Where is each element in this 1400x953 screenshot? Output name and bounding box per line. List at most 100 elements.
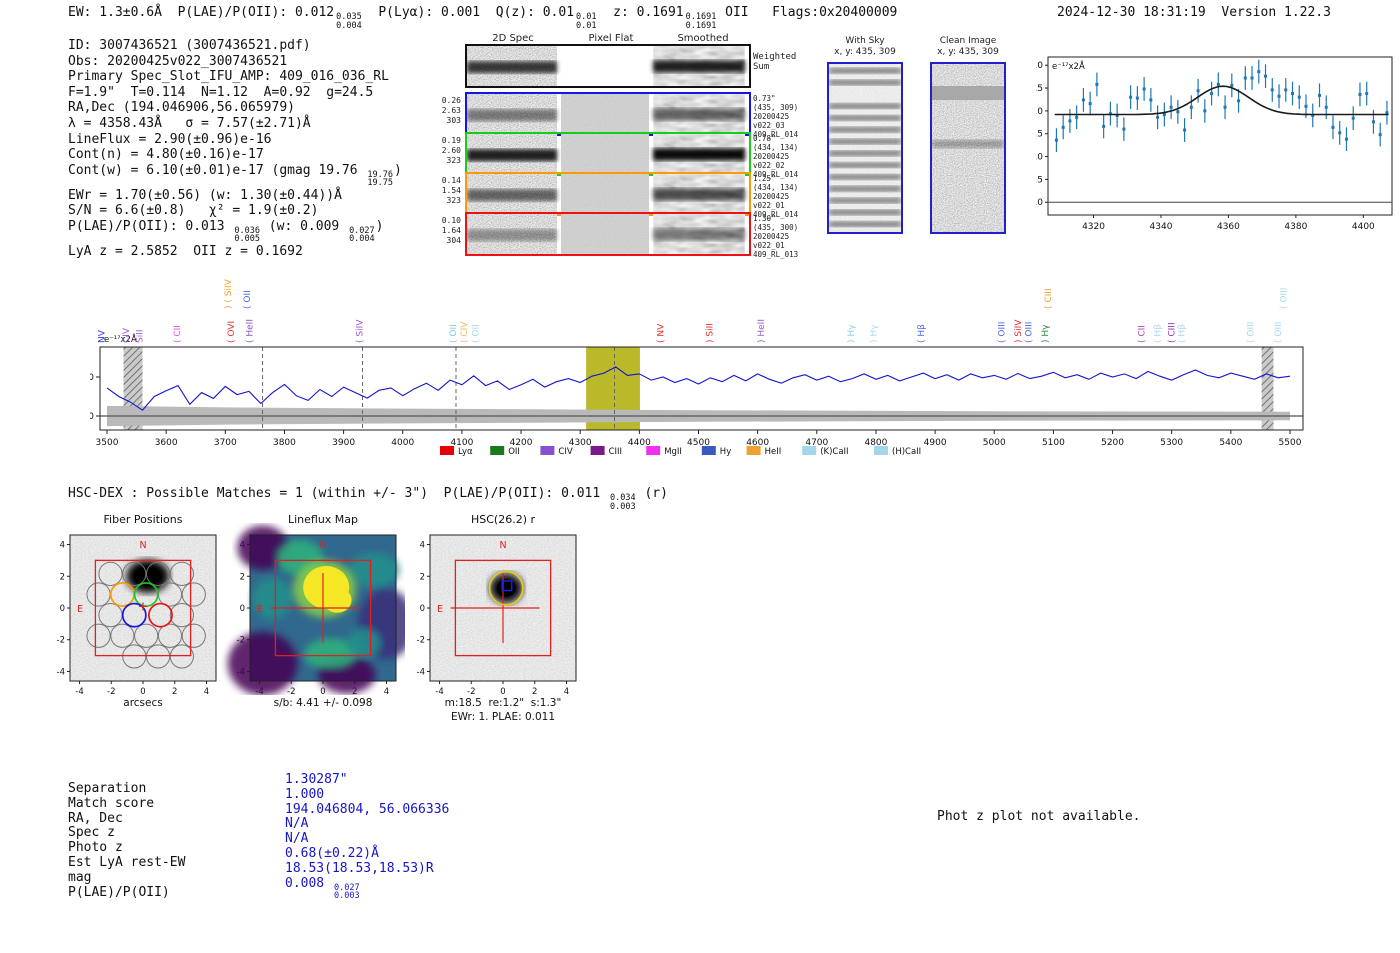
match-row-value-0: 1.30287": [285, 772, 348, 787]
info-line-8: Cont(w) = 6.10(±0.01)e-17 (gmag 19.76 19…: [68, 162, 402, 189]
spectral-line-label-HeII: ( HeII: [246, 319, 256, 343]
svg-text:4360: 4360: [1217, 222, 1240, 232]
svg-text:10.0: 10.0: [1036, 107, 1043, 117]
info-line-11: P(LAE)/P(OII): 0.013 0.036 0.005 (w: 0.00…: [68, 218, 384, 245]
hsc-image-cutout: -4 -4 -2 -2 0 0 2 2 4 4 N E: [417, 534, 577, 695]
spectral-line-label-OII: ( OII: [243, 290, 253, 309]
svg-text:e⁻¹⁷x2Å: e⁻¹⁷x2Å: [1052, 60, 1085, 72]
spectral-line-label-SiII: SiII: [135, 329, 145, 343]
legend-item-Hy: Hy: [720, 447, 731, 457]
match-row-label-3: Spec z: [68, 825, 115, 841]
svg-text:2.5: 2.5: [1036, 175, 1043, 185]
legend-item-MgII: MgII: [664, 447, 682, 457]
clean-image-title: Clean Image x, y: 435, 309: [923, 36, 1013, 58]
legend-item-(K)CaII: (K)CaII: [820, 447, 848, 457]
legend-item-CIV: CIV: [558, 447, 572, 457]
info-line-4: RA,Dec (194.046906,56.065979): [68, 100, 295, 116]
clean-image-coords: x, y: 435, 309: [937, 47, 999, 57]
svg-text:-2: -2: [467, 687, 475, 695]
compass-east: E: [437, 604, 443, 615]
spec2d-row-3-weights: 0.14 1.54 323: [441, 176, 461, 205]
legend-item-CIII: CIII: [609, 447, 622, 457]
stacked-fraction: 0.027 0.003: [333, 882, 360, 902]
svg-text:12.5: 12.5: [1036, 84, 1043, 94]
stacked-fraction: 0.036 0.005: [234, 225, 260, 245]
stacked-fraction: 0.027 0.004: [349, 225, 375, 245]
match-row-label-2: RA, Dec: [68, 810, 123, 826]
spectral-line-label-Hβ: ( Hβ: [1178, 324, 1188, 343]
svg-text:0: 0: [140, 687, 145, 695]
summary-header: EW: 1.3±0.6Å P(LAE)/P(OII): 0.012 0.035 0.…: [68, 5, 898, 31]
info-line-10: S/N = 6.6(±0.8) χ² = 1.9(±0.2): [68, 203, 319, 219]
hsc-dex-match-line: HSC-DEX : Possible Matches = 1 (within +…: [68, 486, 668, 512]
svg-text:3900: 3900: [332, 438, 355, 448]
svg-text:0.0: 0.0: [1036, 198, 1043, 208]
spectral-line-label-Hγ: ) Hγ: [870, 324, 880, 343]
svg-text:4: 4: [60, 541, 65, 551]
svg-text:0: 0: [240, 604, 245, 614]
legend-item-Lyα: Lyα: [458, 447, 473, 457]
svg-text:2: 2: [240, 572, 245, 582]
compass-north: N: [139, 540, 146, 551]
compass-east: E: [77, 604, 83, 615]
spectral-line-label-NV: NV: [98, 329, 108, 343]
svg-text:5000: 5000: [983, 438, 1006, 448]
spec2d-row-2: [465, 132, 751, 176]
spectral-line-label-SiII: ) SiII: [706, 323, 716, 343]
legend-item-OII: OII: [508, 447, 520, 457]
elixer-report-page: EW: 1.3±0.6Å P(LAE)/P(OII): 0.012 0.035 0.…: [0, 0, 1400, 953]
svg-text:5300: 5300: [1160, 438, 1183, 448]
weighted-sum-label: Weighted Sum: [753, 52, 797, 72]
svg-text:2: 2: [420, 572, 425, 582]
compass-north: N: [319, 540, 326, 551]
info-line-1: Obs: 20200425v022_3007436521: [68, 53, 288, 69]
svg-text:7.5: 7.5: [1036, 130, 1043, 140]
match-row-label-6: mag: [68, 869, 92, 885]
match-row-value-7: 0.008 0.027 0.003: [285, 875, 360, 902]
spectral-line-label-OIII: ( OIII: [997, 322, 1007, 343]
with-sky-coords: x, y: 435, 309: [834, 47, 896, 57]
photz-note: Phot z plot not available.: [937, 809, 1141, 824]
fiber-xlabel: arcsecs: [123, 697, 163, 709]
svg-text:3800: 3800: [273, 438, 296, 448]
hsc-xlabel-1: m:18.5 re:1.2" s:1.3": [444, 697, 562, 709]
spec2d-row-1-weights: 0.26 2.63 303: [441, 96, 461, 125]
spectral-line-label-SiIV: ) ( SiIV: [224, 278, 234, 309]
spectral-line-label-Hγ: ) Hγ: [847, 324, 857, 343]
spectral-line-label-SiIV: ( SiIV: [356, 319, 366, 343]
svg-text:0: 0: [90, 412, 94, 422]
svg-text:4400: 4400: [1352, 222, 1375, 232]
svg-text:-4: -4: [75, 687, 83, 695]
clean-image: [930, 62, 1006, 234]
info-line-5: λ = 4358.43Å σ = 7.57(±2.71)Å: [68, 115, 311, 131]
svg-text:2: 2: [172, 687, 177, 695]
full-spectrum-chart: e⁻¹⁷x2Å010350036003700380039004000410042…: [90, 278, 1304, 457]
info-line-9: EWr = 1.70(±0.56) (w: 1.30(±0.44))Å: [68, 187, 342, 203]
svg-text:4380: 4380: [1284, 222, 1307, 232]
svg-text:-2: -2: [417, 636, 425, 646]
svg-text:e⁻¹⁷x2Å: e⁻¹⁷x2Å: [104, 333, 137, 345]
svg-text:5200: 5200: [1101, 438, 1124, 448]
svg-text:-4: -4: [57, 667, 65, 677]
svg-text:4000: 4000: [391, 438, 414, 448]
match-row-label-7: P(LAE)/P(OII): [68, 884, 170, 900]
svg-text:4340: 4340: [1150, 222, 1173, 232]
svg-text:0: 0: [500, 687, 505, 695]
with-sky-title: With Sky x, y: 435, 309: [820, 36, 910, 58]
spectral-line-label-SiIV: ) SiIV: [1014, 319, 1024, 343]
svg-text:3700: 3700: [214, 438, 237, 448]
spectral-line-label-CIII: ( CIII: [1168, 322, 1178, 343]
spectral-line-label-OIII: ( OIII: [1279, 288, 1289, 309]
stacked-fraction: 0.1691 0.1691: [685, 12, 717, 31]
svg-text:-4: -4: [417, 667, 425, 677]
svg-text:-2: -2: [57, 636, 65, 646]
col-title-2dspec: 2D Spec: [492, 33, 534, 44]
spec2d-row-weighted: [465, 44, 751, 88]
compass-north: N: [499, 540, 506, 551]
spectral-line-label-CII: ( CII: [1137, 325, 1147, 343]
match-row-label-4: Photo z: [68, 840, 123, 856]
svg-text:5400: 5400: [1219, 438, 1242, 448]
match-row-value-3: N/A: [285, 816, 309, 832]
info-line-7: Cont(n) = 4.80(±0.16)e-17: [68, 147, 264, 163]
legend-item-(H)CaII: (H)CaII: [892, 447, 921, 457]
